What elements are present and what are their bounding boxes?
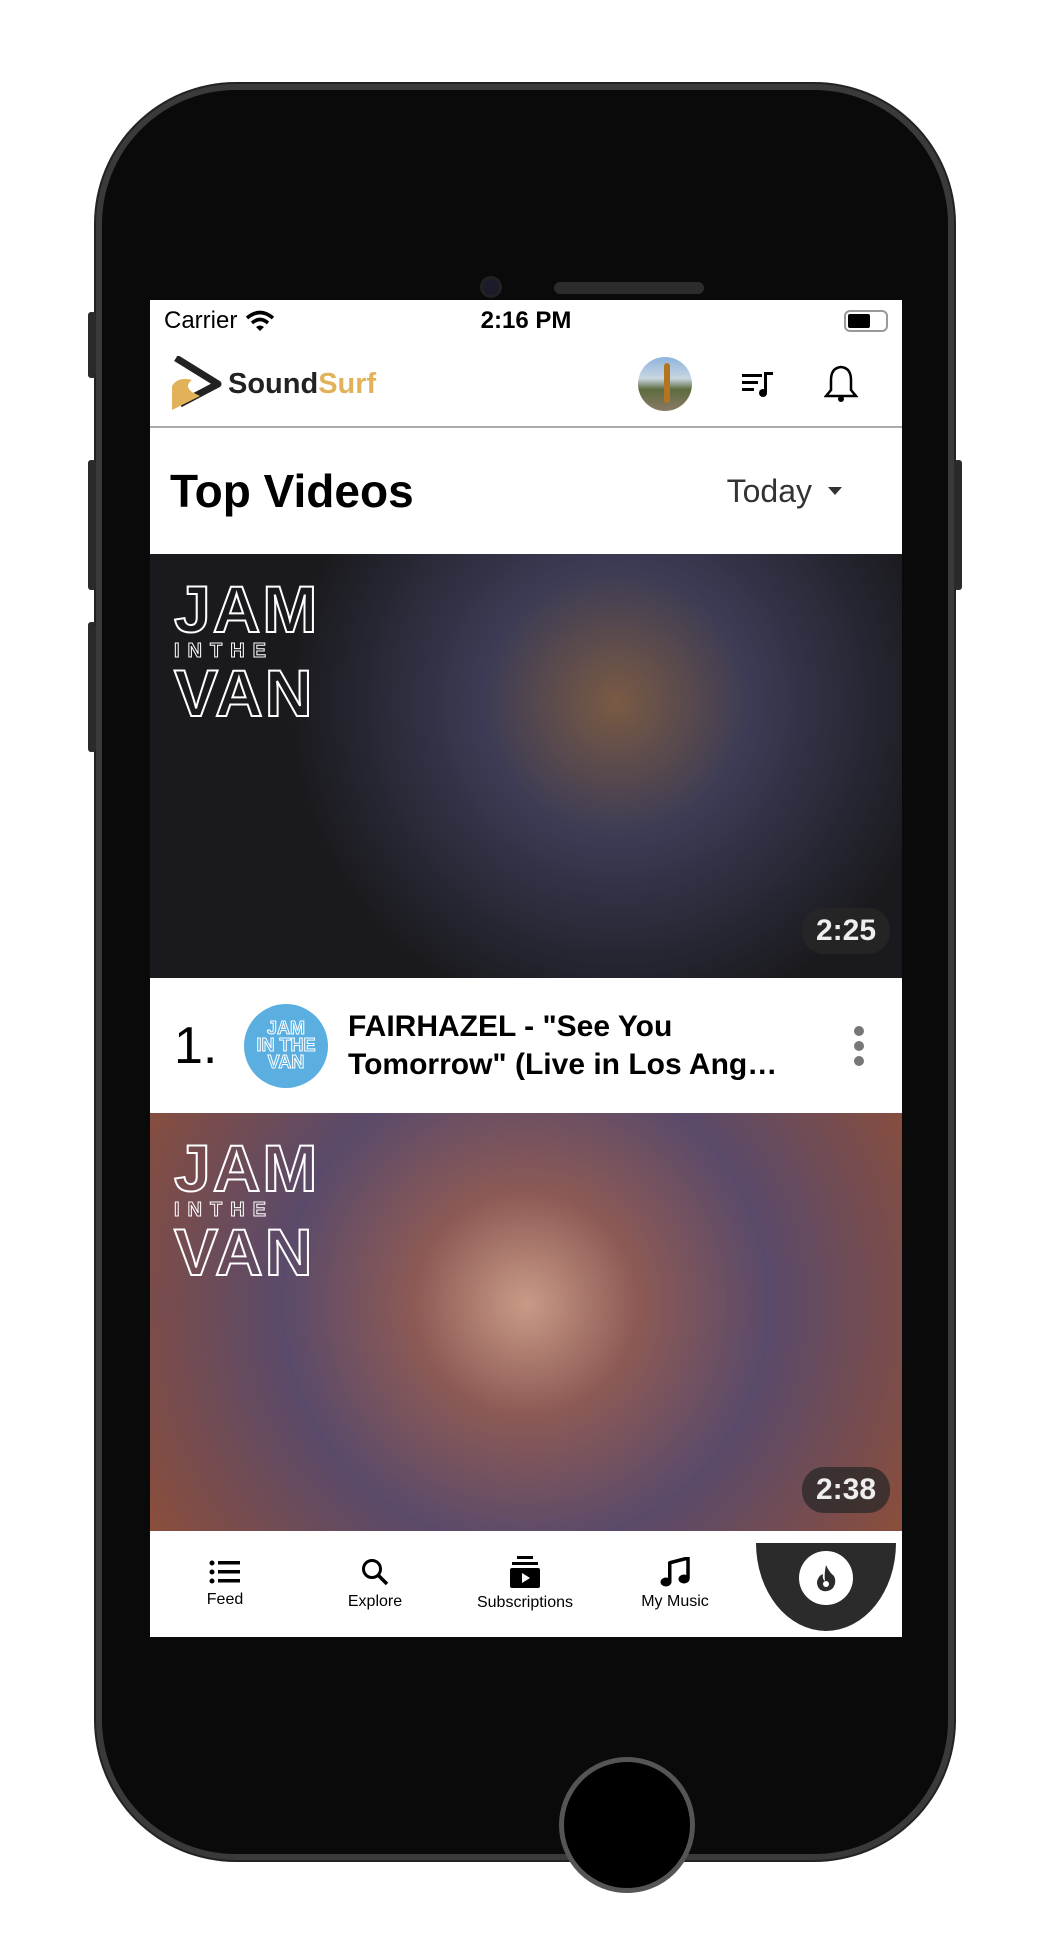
battery-icon <box>844 310 888 332</box>
fire-icon <box>817 1565 836 1592</box>
page-title: Top Videos <box>170 465 414 517</box>
subscriptions-icon <box>510 1556 540 1588</box>
brand-name-accent: Surf <box>318 367 377 400</box>
brand-name: Sound <box>228 367 319 400</box>
home-button[interactable] <box>559 1757 695 1893</box>
tab-subscriptions[interactable]: Subscriptions <box>450 1531 600 1637</box>
rank-number: 1. <box>174 1016 218 1075</box>
soundsurf-logo[interactable]: SoundSurf <box>170 356 376 412</box>
queue-music-icon[interactable] <box>742 370 774 398</box>
tab-label: Explore <box>347 1593 403 1610</box>
trending-button[interactable] <box>756 1543 896 1631</box>
app-screen: Carrier 2:16 PM SoundSurf Top Videos Tod… <box>150 300 902 1637</box>
period-label: Today <box>726 472 812 509</box>
jam-in-the-van-logo: JAM INTHE VAN <box>173 572 320 730</box>
bell-icon[interactable] <box>824 364 858 404</box>
search-icon <box>362 1559 389 1586</box>
tab-explore[interactable]: Explore <box>300 1531 450 1637</box>
more-options-icon[interactable] <box>854 1025 864 1066</box>
tab-my-music[interactable]: My Music <box>600 1531 750 1637</box>
earpiece-speaker <box>554 282 704 294</box>
video-thumbnail[interactable]: JAM INTHE VAN 2:38 <box>150 1113 902 1537</box>
channel-avatar[interactable]: JAM IN THE VAN <box>244 1003 328 1088</box>
volume-down-button <box>88 622 96 752</box>
jam-in-the-van-logo: JAM INTHE VAN <box>173 1131 320 1289</box>
list-icon <box>209 1560 240 1584</box>
bottom-tab-bar: Feed Explore Subscriptions My Music <box>150 1531 902 1637</box>
duration-badge: 2:25 <box>801 908 890 954</box>
caret-down-icon <box>828 486 842 495</box>
avatar[interactable] <box>638 357 692 411</box>
status-bar: Carrier 2:16 PM <box>150 300 902 342</box>
tab-feed[interactable]: Feed <box>150 1531 300 1637</box>
mute-switch <box>88 312 96 378</box>
front-camera <box>480 276 502 298</box>
tab-label: Subscriptions <box>476 1594 574 1611</box>
tab-label: My Music <box>641 1593 709 1610</box>
tab-label: Feed <box>206 1591 244 1608</box>
video-thumbnail[interactable]: JAM INTHE VAN 2:25 <box>150 554 902 978</box>
logo-mark-icon <box>172 356 222 410</box>
period-dropdown[interactable]: Today <box>727 473 842 510</box>
video-list-item[interactable]: 1. JAM IN THE VAN FAIRHAZEL - "See You Tom… <box>150 978 902 1113</box>
clock: 2:16 PM <box>480 307 572 334</box>
music-note-icon <box>660 1557 690 1587</box>
volume-up-button <box>88 460 96 590</box>
video-title[interactable]: FAIRHAZEL - "See You Tomorrow" (Live in … <box>348 1008 798 1084</box>
app-header: SoundSurf <box>150 342 902 428</box>
duration-badge: 2:38 <box>801 1467 890 1513</box>
power-button <box>954 460 962 590</box>
